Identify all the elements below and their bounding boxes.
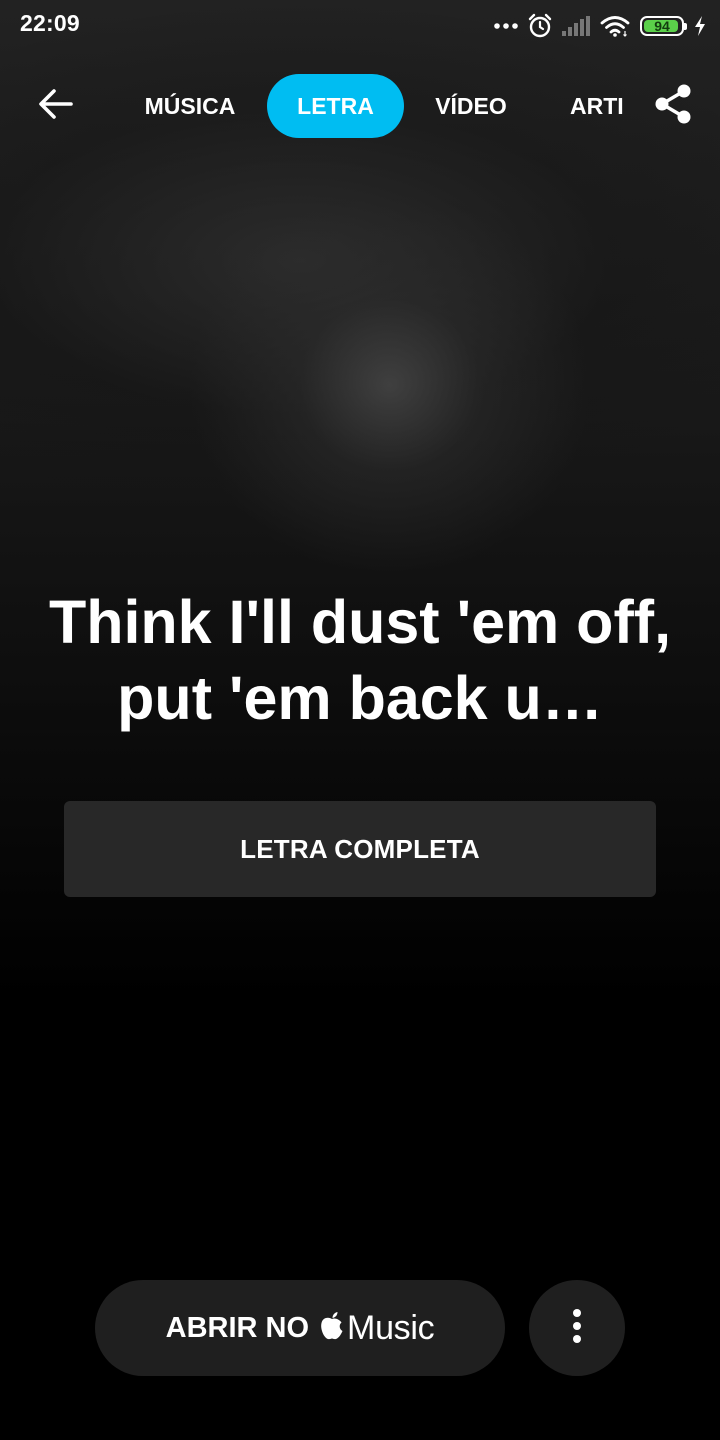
music-brand-text: Music [347,1308,435,1347]
full-lyrics-button[interactable]: LETRA COMPLETA [64,801,656,897]
signal-icon [562,16,590,36]
tab-musica[interactable]: MÚSICA [134,74,246,138]
apple-logo-icon [319,1311,345,1346]
back-button[interactable] [30,80,82,132]
charging-bolt-icon [694,16,706,36]
wifi-icon [600,15,630,37]
tab-bar: MÚSICA LETRA VÍDEO ARTISTA [112,74,624,138]
open-label: ABRIR NO [165,1311,310,1344]
status-bar: 22:09 94 [0,0,720,52]
battery-tip [684,23,687,30]
tab-letra[interactable]: LETRA [267,74,404,138]
alarm-icon [528,13,552,39]
share-icon [653,83,693,130]
more-dots-icon [494,22,518,30]
share-button[interactable] [648,80,698,132]
arrow-left-icon [38,88,74,125]
status-time: 22:09 [20,10,80,36]
more-vertical-icon [572,1308,582,1348]
tab-video[interactable]: VÍDEO [422,74,520,138]
battery-icon: 94 [640,16,687,36]
status-icons: 94 [494,11,706,41]
open-in-apple-music-button[interactable]: ABRIR NO Music [95,1280,505,1376]
more-options-button[interactable] [529,1280,625,1376]
apple-music-brand: Music [319,1308,435,1348]
lyric-excerpt: Think I'll dust 'em off, put 'em back u… [48,588,672,732]
tab-artista[interactable]: ARTISTA [570,74,624,138]
battery-level: 94 [654,18,670,34]
